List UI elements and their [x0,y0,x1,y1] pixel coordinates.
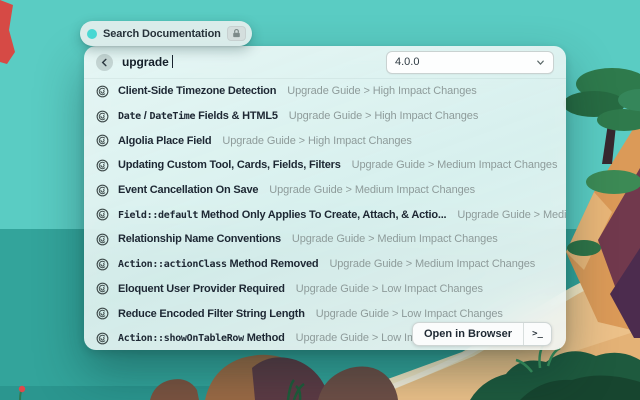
result-breadcrumb: Upgrade Guide > Medium Impact Changes [329,258,535,270]
results-list: Client-Side Timezone Detection Upgrade G… [84,79,566,350]
result-row[interactable]: Event Cancellation On Save Upgrade Guide… [84,178,566,203]
pill-label: Search Documentation [103,28,221,40]
result-row[interactable]: Client-Side Timezone Detection Upgrade G… [84,79,566,104]
result-row[interactable]: Date / DateTime Fields & HTML5 Upgrade G… [84,104,566,129]
search-input[interactable]: upgrade [122,55,173,69]
chevron-down-icon [536,58,545,67]
result-breadcrumb: Upgrade Guide > High Impact Changes [287,85,476,97]
spiral-anchor-icon [96,233,109,246]
spiral-anchor-icon [96,159,109,172]
result-title: Action::actionClass Method Removed [118,258,318,270]
spiral-anchor-icon [96,134,109,147]
result-breadcrumb: Upgrade Guide > Low Impact Changes [296,283,483,295]
result-title: Relationship Name Conventions [118,233,281,245]
chevron-left-icon [100,58,109,67]
spiral-anchor-icon [96,307,109,320]
result-breadcrumb: Upgrade Guide > High Impact Changes [289,110,478,122]
lock-icon[interactable] [227,26,246,41]
spiral-anchor-icon [96,258,109,271]
search-panel: upgrade 4.0.0 Client-Side Timezone Detec… [84,46,566,350]
search-documentation-pill[interactable]: Search Documentation [80,21,252,46]
result-title: Date / DateTime Fields & HTML5 [118,110,278,122]
result-breadcrumb: Upgrade Guide > Low Impact Changes [316,308,503,320]
spiral-anchor-icon [96,282,109,295]
back-button[interactable] [96,54,113,71]
result-row[interactable]: Relationship Name Conventions Upgrade Gu… [84,227,566,252]
result-title: Event Cancellation On Save [118,184,258,196]
result-row[interactable]: Action::actionClass Method Removed Upgra… [84,252,566,277]
spiral-anchor-icon [96,332,109,345]
result-title: Field::default Method Only Applies To Cr… [118,209,446,221]
result-breadcrumb: Upgrade Guide > Medium Impact Changes [269,184,475,196]
result-breadcrumb: Upgrade Guide > High Impact Changes [222,135,411,147]
footer-button-group: Open in Browser >_ [412,322,552,346]
result-title: Client-Side Timezone Detection [118,85,276,97]
result-row[interactable]: Field::default Method Only Applies To Cr… [84,202,566,227]
result-title: Reduce Encoded Filter String Length [118,308,305,320]
result-title: Algolia Place Field [118,135,211,147]
result-title: Action::showOnTableRow Method [118,332,285,344]
open-in-browser-button[interactable]: Open in Browser [413,323,523,345]
app-dot-icon [87,29,97,39]
result-breadcrumb: Upgrade Guide > Medium Impact Changes [352,159,558,171]
spiral-anchor-icon [96,110,109,123]
result-breadcrumb: Upgrade Guide > Medium Impact Changes [292,233,498,245]
text-caret [172,55,174,68]
version-select[interactable]: 4.0.0 [386,51,554,74]
spiral-anchor-icon [96,85,109,98]
version-select-value: 4.0.0 [395,56,419,68]
result-title: Updating Custom Tool, Cards, Fields, Fil… [118,159,341,171]
search-header: upgrade 4.0.0 [84,46,566,79]
result-breadcrumb: Upgrade Guide > Medium Impact Changes [457,209,566,221]
result-title: Eloquent User Provider Required [118,283,285,295]
result-row[interactable]: Updating Custom Tool, Cards, Fields, Fil… [84,153,566,178]
search-value: upgrade [122,55,169,69]
terminal-prompt-icon[interactable]: >_ [523,323,551,345]
spiral-anchor-icon [96,208,109,221]
result-row[interactable]: Algolia Place Field Upgrade Guide > High… [84,128,566,153]
spiral-anchor-icon [96,184,109,197]
result-row[interactable]: Eloquent User Provider Required Upgrade … [84,277,566,302]
